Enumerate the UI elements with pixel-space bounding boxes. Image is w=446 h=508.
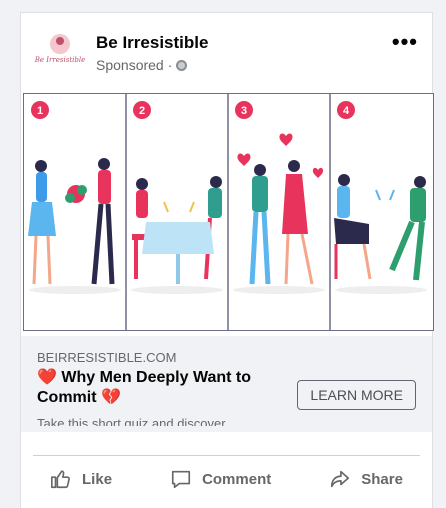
more-options-button[interactable]: ••• xyxy=(392,31,418,53)
logo-mark-icon xyxy=(50,34,70,54)
actions-divider xyxy=(33,455,420,456)
like-button[interactable]: Like xyxy=(50,468,112,490)
headline-text: Why Men Deeply Want to Commit xyxy=(37,369,252,406)
panel-number-4: 4 xyxy=(343,105,350,117)
heart-icon: ❤️ xyxy=(37,369,57,386)
link-domain: BEIRRESISTIBLE.COM xyxy=(37,350,177,365)
share-button[interactable]: Share xyxy=(329,468,403,490)
comment-button[interactable]: Comment xyxy=(170,468,271,490)
panel-2-illustration xyxy=(132,176,222,284)
panel-badge-1: 1 xyxy=(31,101,49,119)
sponsored-label: Sponsored · xyxy=(96,57,188,73)
panel-badge-4: 4 xyxy=(337,101,355,119)
post-header: Be Irresistible Be Irresistible Sponsore… xyxy=(21,13,432,93)
sponsored-separator: · xyxy=(167,57,173,73)
link-description: Take this short quiz and discover... xyxy=(37,416,236,426)
globe-icon xyxy=(176,59,188,71)
panel-4-illustration xyxy=(334,174,426,281)
panel-number-1: 1 xyxy=(37,105,43,117)
panel-3-illustration xyxy=(237,133,324,285)
panel-number-2: 2 xyxy=(139,105,145,117)
share-label: Share xyxy=(361,470,403,488)
like-label: Like xyxy=(82,470,113,488)
comment-label: Comment xyxy=(202,470,272,488)
sponsored-text[interactable]: Sponsored xyxy=(96,57,164,73)
page-logo[interactable]: Be Irresistible xyxy=(35,31,85,67)
more-horizontal-icon: ••• xyxy=(391,29,418,54)
thumbs-up-icon xyxy=(51,470,70,489)
panel-1-illustration xyxy=(28,158,115,285)
ad-illustration: 1 2 3 4 xyxy=(28,94,427,330)
link-preview[interactable]: BEIRRESISTIBLE.COM ❤️ Why Men Deeply Wan… xyxy=(21,336,432,432)
page-name[interactable]: Be Irresistible xyxy=(96,33,208,53)
panel-badge-2: 2 xyxy=(133,101,151,119)
share-icon xyxy=(331,470,350,488)
learn-more-button[interactable]: LEARN MORE xyxy=(297,380,416,410)
logo-text: Be Irresistible xyxy=(34,56,86,64)
post-actions: Like Comment Share xyxy=(21,459,432,499)
comment-icon xyxy=(171,470,191,489)
panel-badge-3: 3 xyxy=(235,101,253,119)
broken-heart-icon: 💔 xyxy=(101,389,121,406)
panel-number-3: 3 xyxy=(241,105,247,117)
sponsored-post-card: Be Irresistible Be Irresistible Sponsore… xyxy=(20,12,434,508)
ad-image[interactable]: 1 2 3 4 xyxy=(23,93,434,331)
link-headline[interactable]: ❤️ Why Men Deeply Want to Commit 💔 xyxy=(37,368,277,408)
